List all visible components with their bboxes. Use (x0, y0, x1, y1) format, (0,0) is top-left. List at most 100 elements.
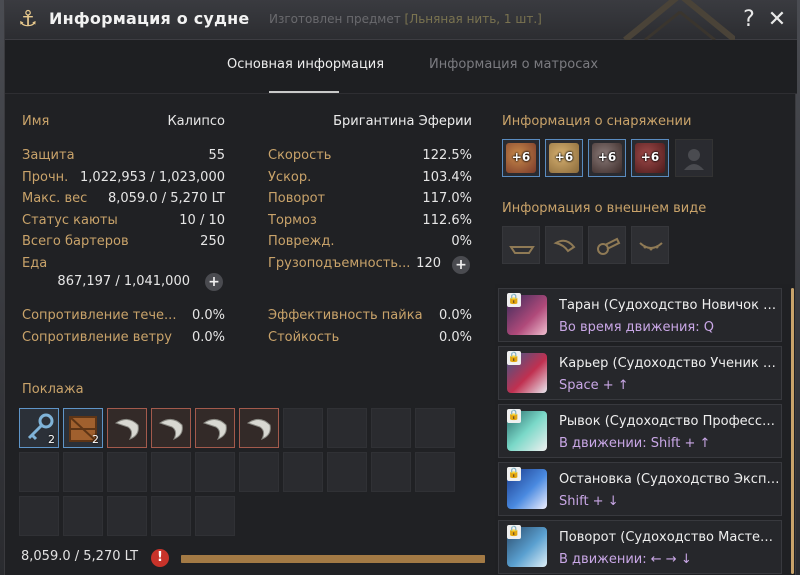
appearance-slot-flag[interactable] (631, 226, 669, 264)
cargo-slot-empty[interactable] (283, 452, 323, 492)
skill-item-ram[interactable]: 🔒 Таран (Судоходство Новичок У... Во вре… (498, 288, 782, 342)
cargo-slot-empty[interactable] (415, 408, 455, 448)
tab-sailors-info[interactable]: Информация о матросах (429, 57, 598, 72)
shrimp-icon (114, 419, 139, 440)
stat-label-durability: Прочн. (22, 170, 69, 185)
ship-info-window: ⚓ Информация о судне Изготовлен предмет … (4, 0, 797, 575)
cargo-weight-bar (181, 555, 485, 563)
cargo-slot-empty[interactable] (327, 452, 367, 492)
close-button[interactable]: ✕ (765, 6, 789, 34)
lock-icon: 🔒 (507, 351, 521, 365)
lock-icon: 🔒 (507, 409, 521, 423)
shrimp-icon (246, 419, 271, 440)
cargo-slot-empty[interactable] (415, 452, 455, 492)
hull-outline-icon (509, 246, 535, 254)
equipment-slot-prow[interactable]: +6 (502, 139, 540, 177)
cargo-slot-shrimp-4[interactable] (239, 408, 279, 448)
cargo-weight-bar-fill (181, 555, 485, 563)
add-food-button[interactable]: + (205, 273, 223, 291)
shrimp-icon (202, 419, 227, 440)
stat-label-ration-efficiency: Эффективность пайка (268, 308, 423, 323)
cargo-slot-crate[interactable]: 2 (63, 408, 103, 448)
stat-label-speed: Скорость (268, 148, 332, 163)
equipment-slot-empty[interactable] (675, 139, 713, 177)
stat-label-acceleration: Ускор. (268, 170, 312, 185)
help-button[interactable]: ? (737, 6, 761, 34)
crafting-notice: Изготовлен предмет [Льняная нить, 1 шт.] (269, 12, 542, 26)
lock-icon: 🔒 (507, 525, 521, 539)
cargo-slot-shrimp-3[interactable] (195, 408, 235, 448)
stat-value-cargo-capacity: 120 (416, 256, 441, 271)
cargo-slot-empty[interactable] (63, 452, 103, 492)
cargo-slot-empty[interactable] (283, 408, 323, 448)
cargo-slot-empty[interactable] (371, 452, 411, 492)
title-decoration-icon (623, 0, 735, 40)
ship-type-value: Бригантина Эферии (333, 114, 472, 129)
stat-label-defense: Защита (22, 148, 75, 163)
stat-value-speed: 122.5% (422, 148, 472, 163)
add-cargo-capacity-button[interactable]: + (452, 256, 470, 274)
ship-name-value: Калипсо (167, 114, 225, 129)
stat-label-barters: Всего бартеров (22, 234, 129, 249)
stat-value-acceleration: 103.4% (422, 170, 472, 185)
lock-icon: 🔒 (507, 293, 521, 307)
stat-value-ration-efficiency: 0.0% (438, 308, 472, 323)
cargo-slot-empty[interactable] (195, 452, 235, 492)
cargo-slot-empty[interactable] (63, 496, 103, 536)
cargo-title: Поклажа (22, 382, 84, 397)
cargo-slot-empty[interactable] (239, 452, 279, 492)
stat-value-barters: 250 (200, 234, 225, 249)
stat-label-wind-resist: Сопротивление ветру (22, 330, 172, 345)
tab-main-info[interactable]: Основная информация (227, 57, 384, 72)
appearance-slot-hull[interactable] (502, 226, 540, 264)
equipment-slot-plating[interactable]: +6 (545, 139, 583, 177)
cargo-slot-empty[interactable] (107, 452, 147, 492)
stat-value-max-weight: 8,059.0 / 5,270 LT (107, 191, 225, 206)
appearance-slot-cannon[interactable] (588, 226, 626, 264)
cargo-slot-shrimp-2[interactable] (151, 408, 191, 448)
stat-value-turning: 117.0% (422, 191, 472, 206)
anchor-icon: ⚓ (18, 7, 38, 32)
stat-label-cargo-capacity: Грузоподъемность... (268, 256, 411, 271)
stat-value-wind-resist: 0.0% (191, 330, 225, 345)
cargo-slot-empty[interactable] (107, 496, 147, 536)
stat-value-leak-resist: 0.0% (191, 308, 225, 323)
window-title: Информация о судне (49, 9, 250, 28)
appearance-slot-sail[interactable] (545, 226, 583, 264)
cargo-slot-key[interactable]: 2 (19, 408, 59, 448)
stat-value-defense: 55 (208, 148, 225, 163)
cargo-slot-empty[interactable] (19, 452, 59, 492)
stat-label-cabin-status: Статус каюты (22, 213, 118, 228)
title-bar[interactable]: ⚓ Информация о судне Изготовлен предмет … (5, 0, 797, 40)
cargo-slot-empty[interactable] (151, 452, 191, 492)
cargo-inventory-grid: 2 2 (19, 408, 459, 542)
cargo-slot-empty[interactable] (19, 496, 59, 536)
skill-item-turn[interactable]: 🔒 Поворот (Судоходство Мастер ... В движ… (498, 520, 782, 574)
stat-value-cabin-status: 10 / 10 (179, 213, 225, 228)
equipment-slot-cannon[interactable]: +6 (588, 139, 626, 177)
cargo-slot-empty[interactable] (371, 408, 411, 448)
appearance-title: Информация о внешнем виде (502, 201, 707, 216)
ship-name-label: Имя (22, 114, 50, 129)
cargo-slot-empty[interactable] (327, 408, 367, 448)
cannon-outline-icon (597, 237, 621, 255)
tab-bar: Основная информация Информация о матроса… (5, 40, 797, 94)
cargo-slot-shrimp-1[interactable] (107, 408, 147, 448)
stat-value-brake: 112.6% (422, 213, 472, 228)
cargo-slot-empty[interactable] (151, 496, 191, 536)
sail-outline-icon (553, 239, 576, 253)
stat-value-durability: 1,022,953 / 1,023,000 (80, 170, 225, 185)
skill-item-gallop[interactable]: 🔒 Карьер (Судоходство Ученик У... Space … (498, 346, 782, 400)
shrimp-icon (158, 419, 183, 440)
skill-item-dash[interactable]: 🔒 Рывок (Судоходство Професси... В движе… (498, 404, 782, 458)
equipment-slot-sail[interactable]: +6 (631, 139, 669, 177)
cargo-slot-empty[interactable] (195, 496, 235, 536)
stat-label-damage: Поврежд. (268, 234, 335, 249)
stat-label-brake: Тормоз (268, 213, 317, 228)
skills-scrollbar[interactable] (791, 288, 794, 574)
stat-label-resilience: Стойкость (268, 330, 340, 345)
stat-value-food: 867,197 / 1,041,000 (57, 274, 190, 289)
skill-item-stop[interactable]: 🔒 Остановка (Судоходство Экспе... Shift … (498, 462, 782, 516)
stat-value-damage: 0% (451, 234, 472, 249)
ship-skills-list[interactable]: 🔒 Таран (Судоходство Новичок У... Во вре… (495, 284, 795, 575)
